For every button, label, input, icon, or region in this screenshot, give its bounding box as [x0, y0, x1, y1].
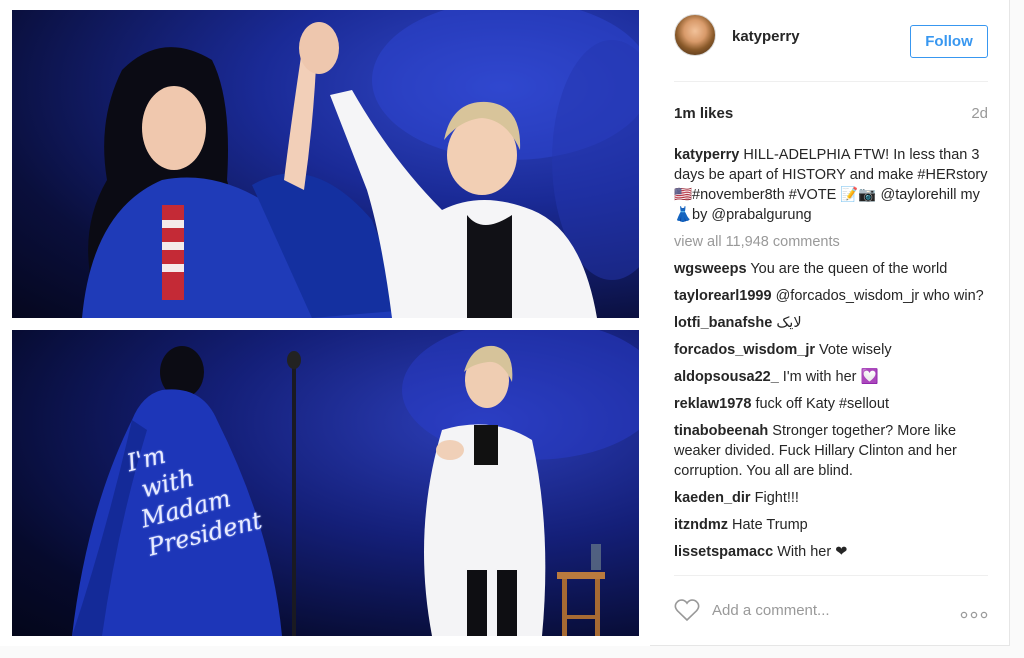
add-comment-input[interactable] [712, 599, 932, 621]
comment-user[interactable]: aldopsousa22_ [674, 369, 779, 385]
view-all-comments-link[interactable]: view all 11,948 comments [674, 232, 990, 252]
follow-button[interactable]: Follow [910, 25, 988, 58]
heart-icon[interactable] [674, 598, 700, 622]
comment-item: lotfi_banafshe لایک [674, 313, 990, 333]
post-card: I'm with Madam President katyperry Follo… [0, 0, 1010, 646]
comment-item: lissetspamacc With her ❤ [674, 542, 990, 562]
comment-item: kaeden_dir Fight!!! [674, 488, 990, 508]
comment-user[interactable]: lissetspamacc [674, 544, 773, 560]
comment-item: tinabobeenah Stronger together? More lik… [674, 421, 990, 481]
comment-user[interactable]: lotfi_banafshe [674, 315, 772, 331]
username-link[interactable]: katyperry [732, 28, 800, 45]
likes-row: 1m likes 2d [674, 105, 988, 125]
post-image[interactable]: I'm with Madam President [0, 0, 650, 646]
caption: katyperry HILL-ADELPHIA FTW! In less tha… [674, 145, 990, 225]
stage-scene-bottom [72, 330, 639, 636]
post-header: katyperry Follow [674, 14, 988, 82]
comment-item: taylorearl1999 @forcados_wisdom_jr who w… [674, 286, 990, 306]
stage-scene-top [82, 10, 639, 318]
comment-text: Hate Trump [732, 517, 808, 533]
post-time[interactable]: 2d [971, 105, 988, 122]
comment-text: I'm with her 💟 [782, 369, 879, 385]
comment-text: fuck off Katy #sellout [755, 396, 889, 412]
photo-top [12, 10, 639, 318]
comment-text: With her ❤ [777, 544, 848, 560]
comment-user[interactable]: wgsweeps [674, 261, 747, 277]
comment-item: wgsweeps You are the queen of the world [674, 259, 990, 279]
likes-count[interactable]: 1m likes [674, 105, 733, 122]
comment-item: aldopsousa22_ I'm with her 💟 [674, 367, 990, 387]
comment-user[interactable]: forcados_wisdom_jr [674, 342, 815, 358]
comment-item: itzndmz Hate Trump [674, 515, 990, 535]
comment-user[interactable]: tinabobeenah [674, 423, 768, 439]
comment-text: You are the queen of the world [750, 261, 948, 277]
comment-text: Vote wisely [819, 342, 892, 358]
comment-item: forcados_wisdom_jr Vote wisely [674, 340, 990, 360]
avatar[interactable] [674, 14, 716, 56]
comment-item: reklaw1978 fuck off Katy #sellout [674, 394, 990, 414]
add-comment-row [674, 575, 988, 637]
comment-text: @forcados_wisdom_jr who win? [775, 288, 984, 304]
comment-user[interactable]: itzndmz [674, 517, 728, 533]
more-options-icon[interactable] [960, 606, 988, 619]
comment-text: لایک [776, 315, 802, 331]
post-sidebar: katyperry Follow 1m likes 2d katyperry H… [650, 0, 1010, 646]
comment-user[interactable]: reklaw1978 [674, 396, 751, 412]
comment-user[interactable]: kaeden_dir [674, 490, 751, 506]
comment-text: Fight!!! [754, 490, 799, 506]
comments-list[interactable]: katyperry HILL-ADELPHIA FTW! In less tha… [674, 145, 990, 573]
photo-bottom: I'm with Madam President [12, 330, 639, 636]
comment-user[interactable]: taylorearl1999 [674, 288, 772, 304]
caption-user[interactable]: katyperry [674, 147, 739, 163]
